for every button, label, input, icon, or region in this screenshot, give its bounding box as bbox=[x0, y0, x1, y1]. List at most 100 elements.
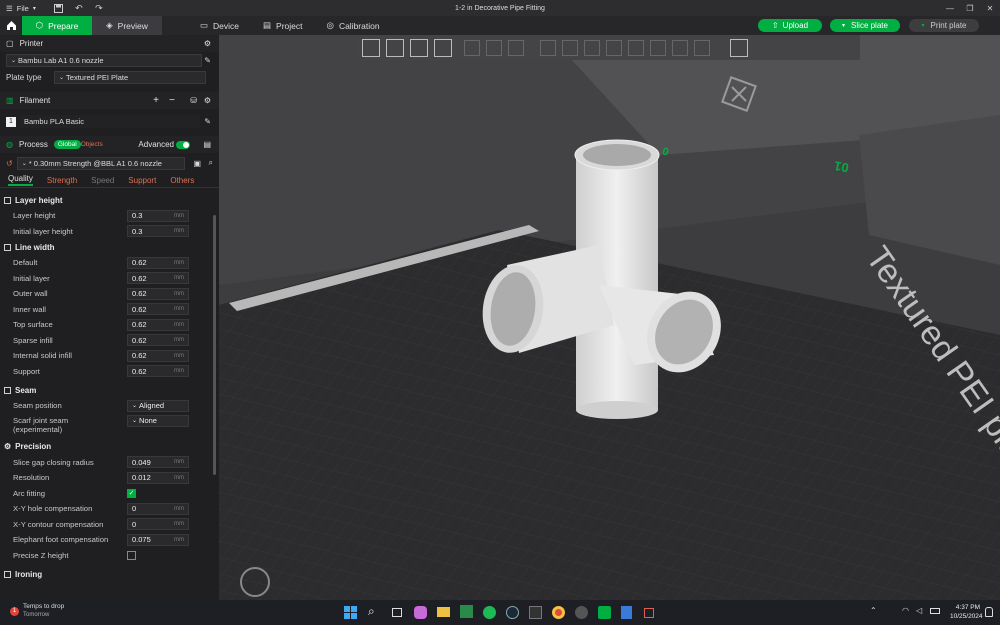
save-icon[interactable]: ▣ bbox=[193, 159, 201, 168]
remove-icon[interactable]: − bbox=[169, 95, 175, 106]
option-input[interactable]: 0.012 mm bbox=[127, 471, 189, 484]
tray-app-icon[interactable] bbox=[644, 608, 654, 618]
notification-icon[interactable] bbox=[985, 607, 993, 617]
global-toggle[interactable]: Global bbox=[53, 140, 81, 149]
option-input[interactable]: 0.3 mm bbox=[127, 209, 189, 222]
3d-viewport[interactable]: Textured PEI plate 01 0 bbox=[219, 35, 1000, 600]
steam-icon[interactable] bbox=[506, 606, 519, 619]
scarf-seam-select[interactable]: ⌄ None bbox=[127, 414, 189, 427]
assembly-icon[interactable] bbox=[650, 39, 666, 56]
minimize-icon[interactable]: — bbox=[940, 0, 960, 16]
grid-arrange-icon[interactable] bbox=[386, 38, 404, 57]
terminal-icon[interactable] bbox=[529, 606, 542, 619]
weather-widget[interactable]: 1 Temps to drop Tomorrow bbox=[10, 603, 64, 619]
move-icon[interactable] bbox=[464, 39, 480, 56]
search-icon[interactable]: ⌕ bbox=[368, 604, 375, 619]
process-preset-select[interactable]: ⌄ * 0.30mm Strength @BBL A1 0.6 nozzle bbox=[16, 156, 185, 170]
tab-device[interactable]: ▭ Device bbox=[188, 16, 251, 35]
text-icon[interactable] bbox=[606, 39, 622, 56]
tab-preview[interactable]: ◈ Preview bbox=[92, 16, 162, 35]
split-icon[interactable] bbox=[672, 39, 688, 56]
rotate-icon[interactable] bbox=[486, 39, 502, 56]
option-unit: mm bbox=[174, 474, 184, 481]
seam-position-select[interactable]: ⌄ Aligned bbox=[127, 399, 189, 412]
print-plate-button[interactable]: ▾ Print plate bbox=[909, 19, 979, 32]
printer-select[interactable]: ⌄ Bambu Lab A1 0.6 nozzle bbox=[6, 54, 202, 67]
option-input[interactable]: 0.62 mm bbox=[127, 334, 189, 347]
compare-icon[interactable]: ▤ bbox=[203, 140, 211, 149]
option-label: X-Y hole compensation bbox=[13, 504, 93, 514]
plate-type-select[interactable]: ⌄ Textured PEI Plate bbox=[54, 71, 206, 84]
option-input[interactable]: 0.62 mm bbox=[127, 272, 189, 285]
undo-icon[interactable]: ↶ bbox=[72, 1, 86, 15]
copilot-icon[interactable] bbox=[414, 606, 427, 619]
scale-icon[interactable] bbox=[508, 39, 524, 56]
option-input[interactable]: 0.62 mm bbox=[127, 365, 189, 378]
add-icon[interactable]: + bbox=[153, 95, 159, 106]
reset-icon[interactable]: ↺ bbox=[6, 159, 13, 168]
add-cube-icon[interactable] bbox=[362, 38, 380, 57]
bambu-studio-icon[interactable] bbox=[598, 606, 611, 619]
option-input[interactable]: 0.62 mm bbox=[127, 349, 189, 362]
option-input[interactable]: 0.62 mm bbox=[127, 287, 189, 300]
tab-project[interactable]: ▤ Project bbox=[251, 16, 315, 35]
search-icon[interactable]: ⌕ bbox=[209, 158, 213, 168]
objects-toggle[interactable]: Objects bbox=[81, 141, 103, 148]
spotify-icon[interactable] bbox=[483, 606, 496, 619]
notes-app-icon[interactable] bbox=[460, 605, 473, 618]
clock[interactable]: 4:37 PM 10/25/2024 bbox=[950, 603, 983, 621]
view-cube-icon[interactable] bbox=[730, 38, 748, 57]
camera-icon[interactable] bbox=[575, 606, 588, 619]
option-input[interactable]: 0.62 mm bbox=[127, 256, 189, 269]
option-input[interactable]: 0 mm bbox=[127, 502, 189, 515]
tab-strength[interactable]: Strength bbox=[47, 176, 77, 185]
restore-icon[interactable]: ❐ bbox=[960, 0, 980, 16]
calculator-icon[interactable] bbox=[621, 606, 632, 619]
settings-icon[interactable]: ⚙ bbox=[204, 96, 211, 105]
chrome-icon[interactable] bbox=[552, 606, 565, 619]
seam-paint-icon[interactable] bbox=[584, 39, 600, 56]
tab-speed[interactable]: Speed bbox=[91, 176, 114, 185]
tab-support[interactable]: Support bbox=[128, 176, 156, 185]
advanced-switch[interactable] bbox=[176, 140, 190, 149]
close-icon[interactable]: ✕ bbox=[980, 0, 1000, 16]
option-input[interactable]: 0.075 mm bbox=[127, 533, 189, 546]
paint-icon[interactable] bbox=[562, 39, 578, 56]
start-icon[interactable] bbox=[344, 606, 357, 619]
option-input[interactable]: 0.62 mm bbox=[127, 318, 189, 331]
settings-icon[interactable]: ⚙ bbox=[204, 39, 211, 48]
support-paint-icon[interactable] bbox=[694, 39, 710, 56]
file-explorer-icon[interactable] bbox=[437, 607, 450, 617]
redo-icon[interactable]: ↷ bbox=[92, 1, 106, 15]
tab-quality[interactable]: Quality bbox=[8, 174, 33, 186]
option-input[interactable]: 0 mm bbox=[127, 518, 189, 531]
measure-icon[interactable] bbox=[628, 39, 644, 56]
sidebar-scrollbar[interactable] bbox=[213, 215, 216, 475]
upload-button[interactable]: ⇧ Upload bbox=[758, 19, 822, 32]
edit-icon[interactable]: ✎ bbox=[204, 117, 211, 126]
home-icon[interactable] bbox=[0, 16, 22, 35]
option-input[interactable]: 0.049 mm bbox=[127, 456, 189, 469]
wifi-icon[interactable]: ◠ bbox=[902, 606, 909, 615]
option-value: 0 bbox=[132, 504, 137, 514]
tab-prepare[interactable]: ⬡ Prepare bbox=[22, 16, 92, 35]
volume-icon[interactable]: ◁ bbox=[916, 606, 922, 615]
orient-icon[interactable] bbox=[410, 38, 428, 57]
tab-others[interactable]: Others bbox=[170, 176, 194, 185]
option-input[interactable]: 0.62 mm bbox=[127, 303, 189, 316]
edit-icon[interactable]: ✎ bbox=[204, 56, 211, 65]
save-icon[interactable] bbox=[52, 1, 66, 15]
file-menu[interactable]: ☰ File ▾ bbox=[0, 4, 36, 13]
chevron-up-icon[interactable]: ⌃ bbox=[870, 606, 877, 615]
battery-icon[interactable] bbox=[930, 608, 940, 614]
precise-z-checkbox[interactable] bbox=[127, 550, 136, 560]
cut-icon[interactable] bbox=[540, 39, 556, 56]
plate-icon[interactable] bbox=[434, 38, 452, 57]
slice-plate-button[interactable]: ▾ Slice plate bbox=[830, 19, 900, 32]
task-view-icon[interactable] bbox=[392, 608, 402, 617]
tab-calibration[interactable]: ◎ Calibration bbox=[315, 16, 392, 35]
arc-fitting-checkbox[interactable]: ✓ bbox=[127, 488, 136, 498]
option-input[interactable]: 0.3 mm bbox=[127, 225, 189, 238]
filament-select[interactable]: Bambu PLA Basic bbox=[20, 115, 200, 128]
sync-icon[interactable]: ⛁ bbox=[190, 96, 197, 105]
